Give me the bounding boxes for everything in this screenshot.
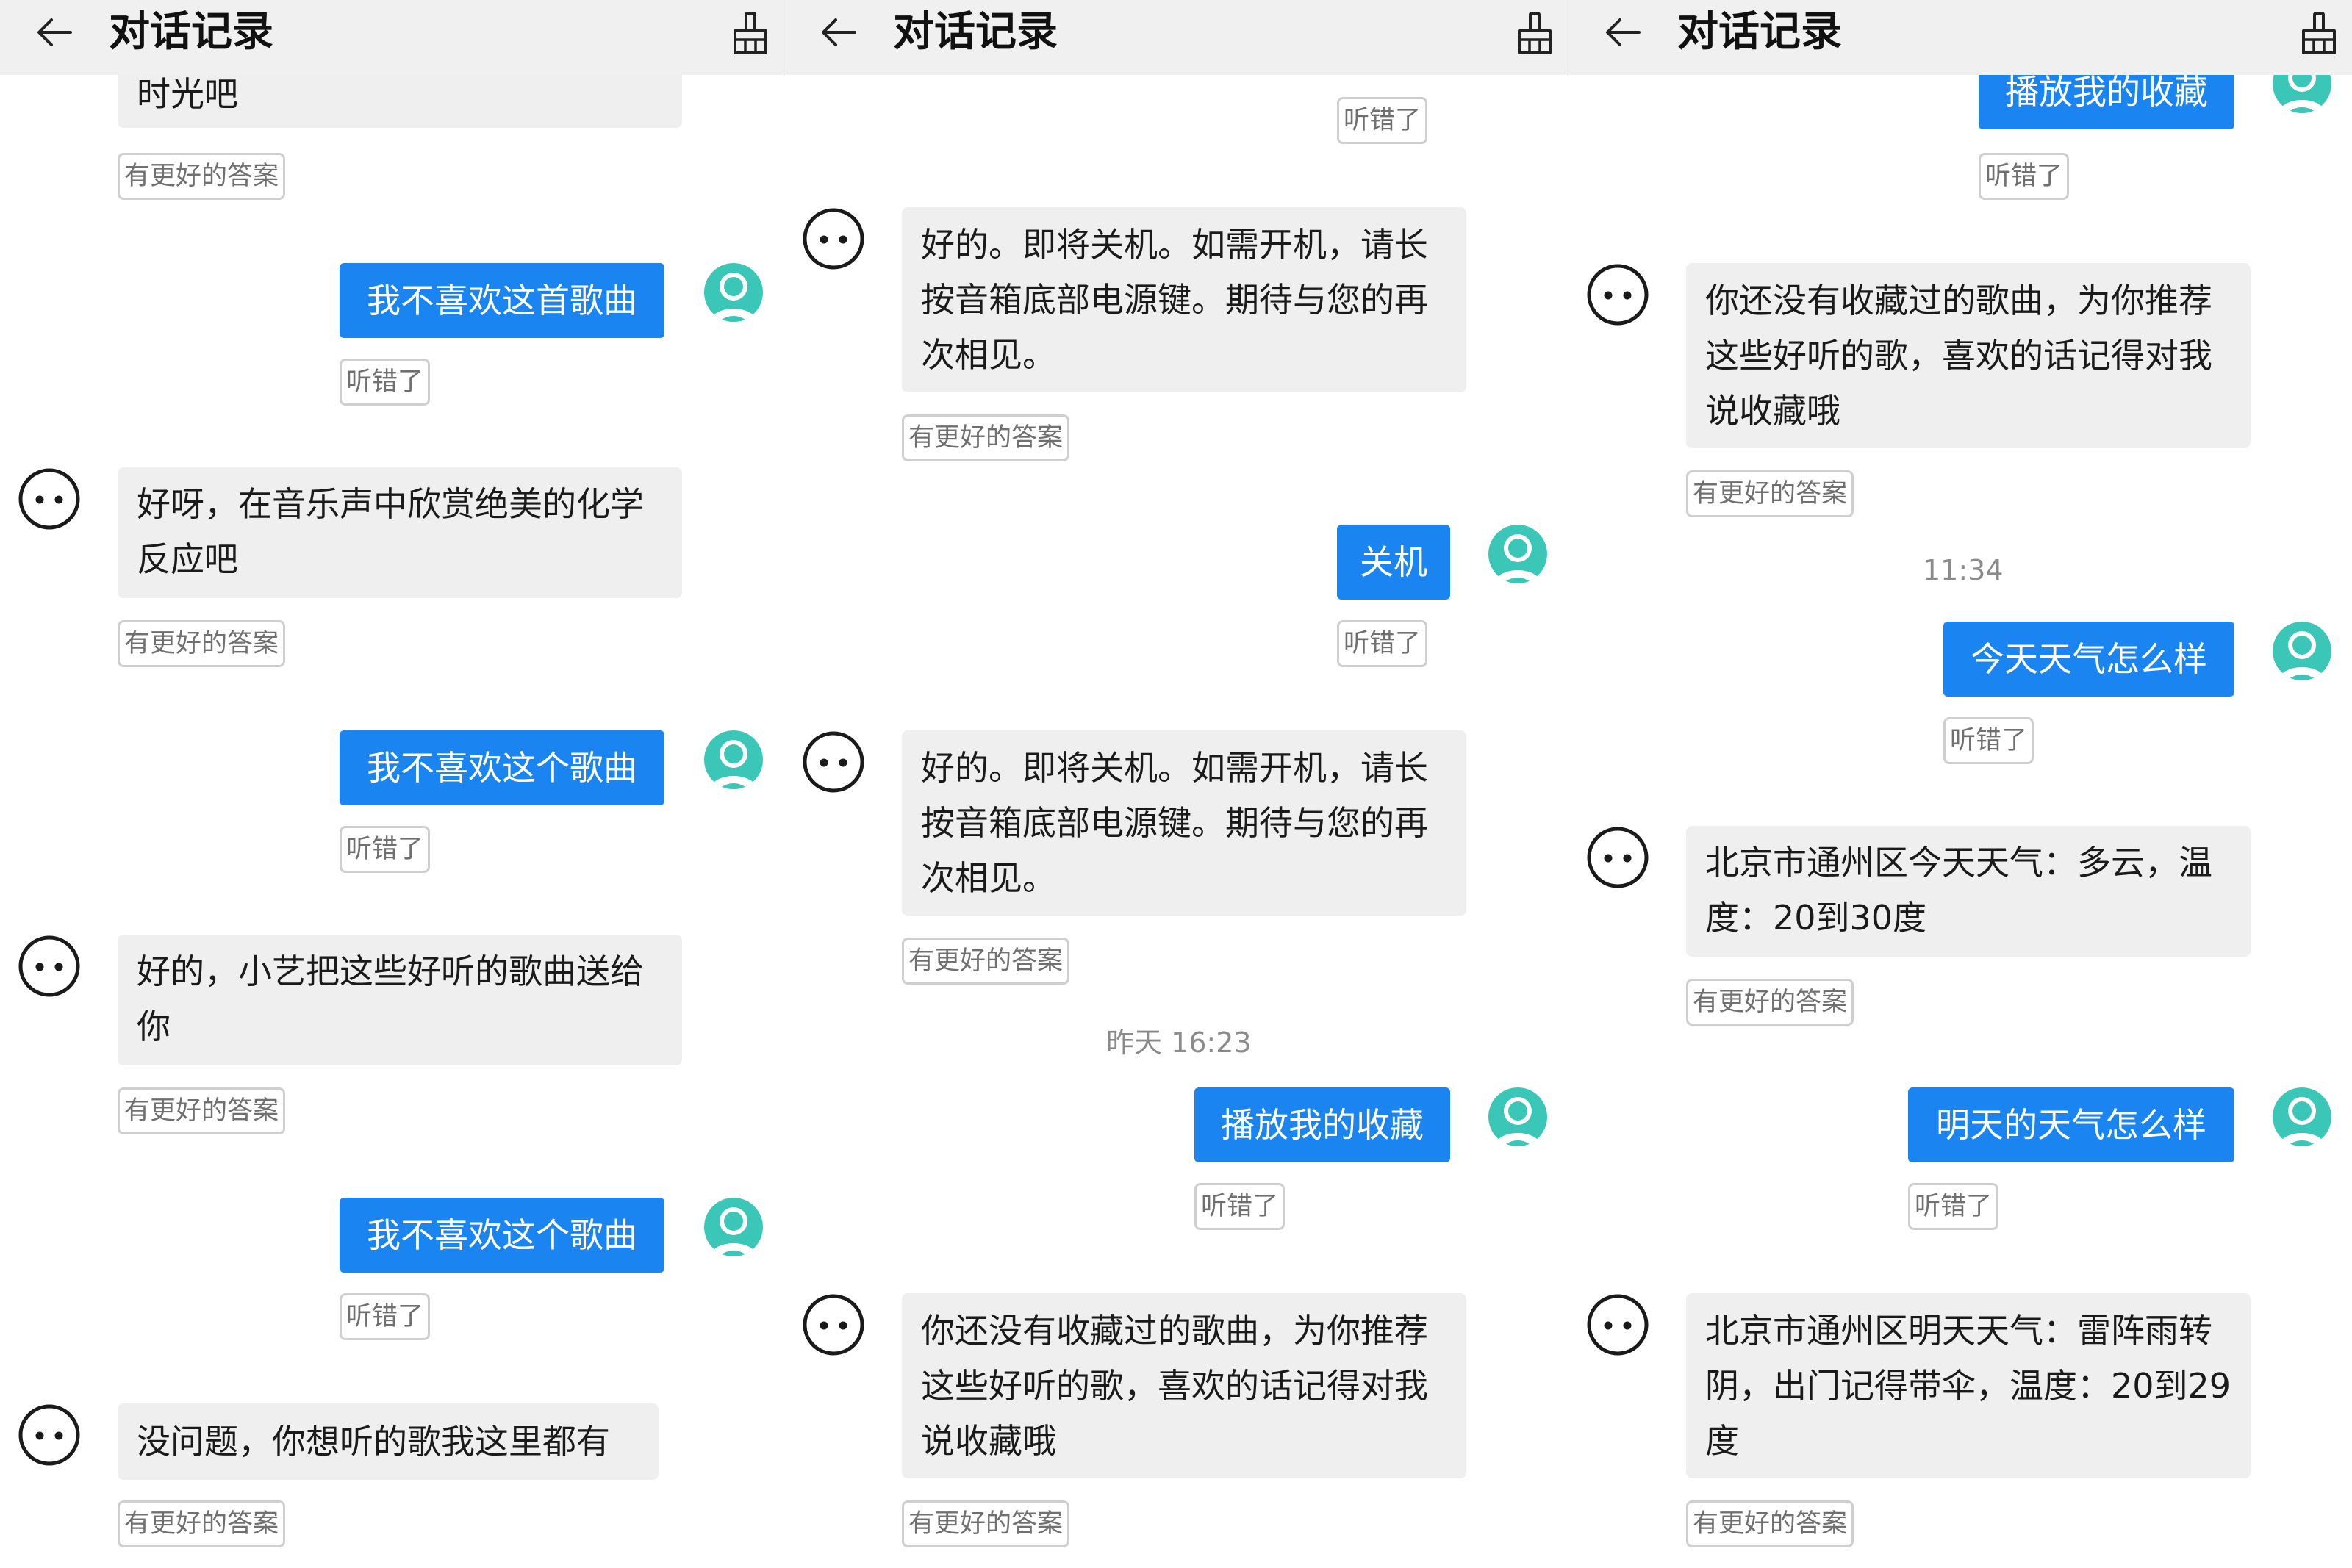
misheard-button[interactable]: 听错了 (1908, 1183, 1999, 1230)
user-message: 我不喜欢这首歌曲 (340, 263, 664, 338)
bot-avatar (1586, 1293, 1649, 1356)
chat-panel-1: 对话记录 时光吧 有更好的答案 我不喜欢这首歌曲 听错了 好呀，在音乐声中欣赏绝… (0, 0, 784, 1568)
page-title: 对话记录 (1677, 8, 1842, 56)
better-answer-button[interactable]: 有更好的答案 (118, 1087, 286, 1134)
chat-panel-3: 对话记录 播放我的收藏 听错了 你还没有收藏过的歌曲，为你推荐这些好听的歌，喜欢… (1568, 0, 2352, 1568)
misheard-button[interactable]: 听错了 (340, 359, 431, 406)
better-answer-button[interactable]: 有更好的答案 (1686, 1500, 1854, 1547)
misheard-button[interactable]: 听错了 (340, 826, 431, 873)
bot-avatar (18, 467, 81, 531)
header-bar: 对话记录 (0, 0, 784, 75)
bot-message: 好的，小艺把这些好听的歌曲送给你 (118, 935, 682, 1065)
better-answer-button[interactable]: 有更好的答案 (1686, 470, 1854, 517)
bot-avatar (1586, 826, 1649, 889)
header-bar: 对话记录 (784, 0, 1568, 75)
user-message: 明天的天气怎么样 (1908, 1087, 2234, 1162)
bot-message: 没问题，你想听的歌我这里都有 (118, 1403, 659, 1480)
user-message: 今天天气怎么样 (1943, 622, 2234, 697)
user-avatar (703, 1196, 764, 1258)
timestamp: 11:34 (1923, 554, 2004, 586)
clear-history-icon[interactable] (731, 10, 770, 56)
user-avatar (2271, 620, 2333, 682)
user-avatar (1487, 1086, 1549, 1148)
bot-message: 你还没有收藏过的歌曲，为你推荐这些好听的歌，喜欢的话记得对我说收藏哦 (902, 1293, 1466, 1478)
better-answer-button[interactable]: 有更好的答案 (118, 1500, 286, 1547)
page-title: 对话记录 (893, 8, 1058, 56)
bot-avatar (802, 207, 865, 270)
back-arrow-icon[interactable] (818, 12, 859, 53)
user-message: 播放我的收藏 (1194, 1087, 1450, 1162)
better-answer-button[interactable]: 有更好的答案 (118, 153, 286, 200)
bot-message: 好的。即将关机。如需开机，请长按音箱底部电源键。期待与您的再次相见。 (902, 207, 1466, 392)
misheard-button[interactable]: 听错了 (1194, 1183, 1286, 1230)
better-answer-button[interactable]: 有更好的答案 (902, 414, 1070, 461)
user-avatar (2271, 1086, 2333, 1148)
back-arrow-icon[interactable] (1602, 12, 1643, 53)
better-answer-button[interactable]: 有更好的答案 (1686, 979, 1854, 1026)
user-avatar (703, 729, 764, 791)
misheard-button[interactable]: 听错了 (1943, 717, 2034, 764)
page-title: 对话记录 (109, 8, 273, 56)
clear-history-icon[interactable] (2299, 10, 2339, 56)
misheard-button[interactable]: 听错了 (1337, 620, 1428, 667)
bot-avatar (1586, 263, 1649, 326)
bot-avatar (18, 1403, 81, 1467)
timestamp: 昨天 16:23 (1106, 1026, 1252, 1059)
misheard-button[interactable]: 听错了 (1337, 97, 1428, 144)
header-bar: 对话记录 (1568, 0, 2352, 75)
bot-message: 好呀，在音乐声中欣赏绝美的化学反应吧 (118, 467, 682, 598)
bot-avatar (802, 1293, 865, 1356)
user-message: 我不喜欢这个歌曲 (340, 730, 664, 805)
better-answer-button[interactable]: 有更好的答案 (902, 938, 1070, 985)
misheard-button[interactable]: 听错了 (1979, 153, 2070, 200)
back-arrow-icon[interactable] (34, 12, 75, 53)
chat-panel-2: 对话记录 听错了 好的。即将关机。如需开机，请长按音箱底部电源键。期待与您的再次… (784, 0, 1568, 1568)
clear-history-icon[interactable] (1515, 10, 1555, 56)
bot-avatar (802, 730, 865, 794)
better-answer-button[interactable]: 有更好的答案 (118, 620, 286, 667)
user-avatar (703, 262, 764, 323)
user-message: 我不喜欢这个歌曲 (340, 1198, 664, 1273)
bot-message: 北京市通州区今天天气：多云，温度：20到30度 (1686, 826, 2251, 957)
bot-message: 北京市通州区明天天气：雷阵雨转阴，出门记得带伞，温度：20到29度 (1686, 1293, 2251, 1478)
user-avatar (1487, 523, 1549, 585)
bot-avatar (18, 935, 81, 998)
better-answer-button[interactable]: 有更好的答案 (902, 1500, 1070, 1547)
bot-message: 好的。即将关机。如需开机，请长按音箱底部电源键。期待与您的再次相见。 (902, 730, 1466, 916)
misheard-button[interactable]: 听错了 (340, 1293, 431, 1340)
user-message: 关机 (1337, 525, 1450, 600)
bot-message: 你还没有收藏过的歌曲，为你推荐这些好听的歌，喜欢的话记得对我说收藏哦 (1686, 263, 2251, 448)
